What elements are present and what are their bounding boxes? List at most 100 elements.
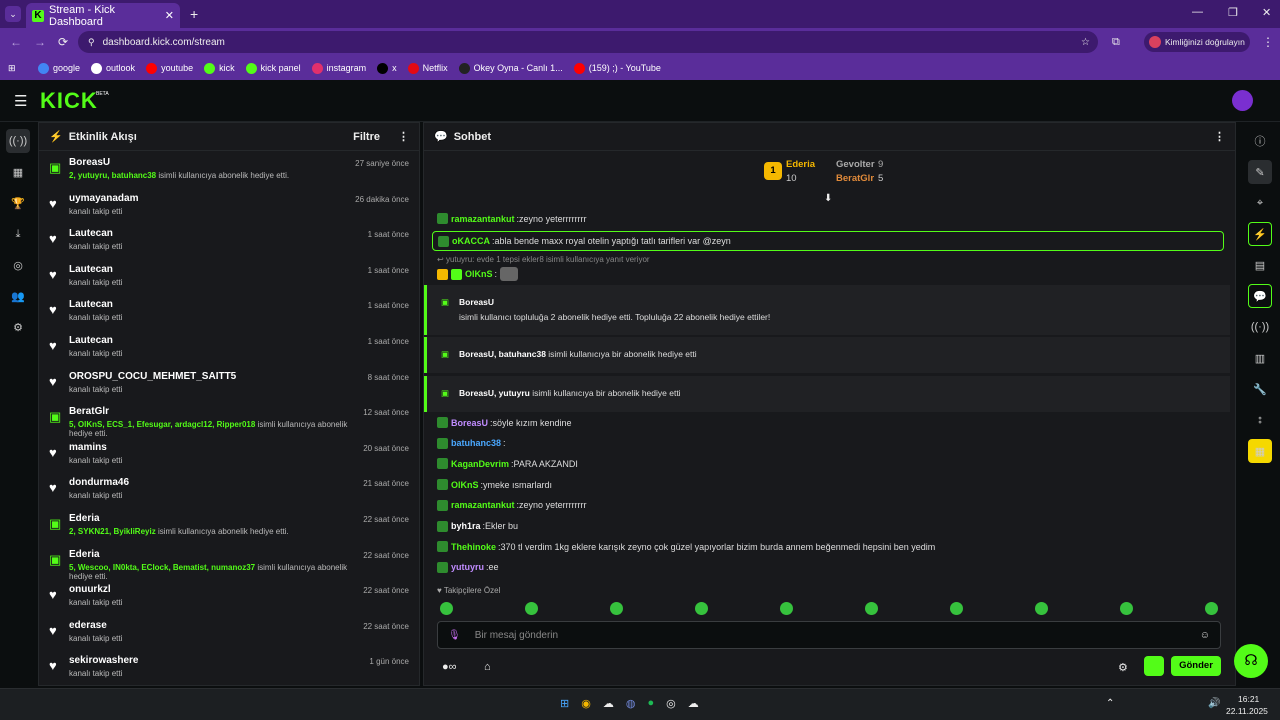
- chat-username[interactable]: batuhanc38: [451, 438, 501, 448]
- chrome-icon[interactable]: ◉: [581, 697, 591, 710]
- server-icon[interactable]: ▥: [1248, 346, 1272, 370]
- activity-item[interactable]: ♥ Lautecan kanalı takip etti 1 saat önce: [39, 224, 419, 260]
- bookmark-item[interactable]: kick panel: [245, 62, 301, 74]
- new-tab-button[interactable]: +: [190, 6, 198, 22]
- reload-icon[interactable]: ⟳: [58, 35, 68, 49]
- emote-icon[interactable]: [1205, 602, 1218, 615]
- profile-button[interactable]: Kimliğinizi doğrulayın: [1144, 32, 1250, 52]
- chat-username[interactable]: OlKnS: [465, 269, 493, 279]
- activity-username[interactable]: Ederia: [69, 549, 363, 560]
- activity-item[interactable]: ♥ ederase kanalı takip etti 22 saat önce: [39, 616, 419, 652]
- chat-username[interactable]: byh1ra: [451, 521, 481, 531]
- apps-icon[interactable]: ⊞: [8, 63, 16, 74]
- document-icon[interactable]: ▤: [1248, 253, 1272, 277]
- avatar[interactable]: [1232, 90, 1253, 111]
- extensions-icon[interactable]: ⧉: [1112, 36, 1120, 49]
- activity-username[interactable]: dondurma46: [69, 477, 363, 488]
- activity-item[interactable]: ▣ Ederia 5, Wescoo, IN0kta, EClock, Bemati…: [39, 545, 419, 581]
- bookmark-item[interactable]: x: [377, 62, 397, 74]
- activity-item[interactable]: ▣ BoreasU 2, yutuyru, batuhanc38 isimli ku…: [39, 153, 419, 189]
- download-icon[interactable]: ⤓: [6, 222, 30, 246]
- scroll-down-icon[interactable]: ⬇: [824, 193, 832, 204]
- bookmark-star-icon[interactable]: ☆: [1081, 37, 1090, 48]
- url-field[interactable]: ⚲ dashboard.kick.com/stream ☆: [78, 31, 1098, 53]
- activity-username[interactable]: mamins: [69, 442, 363, 453]
- activity-item[interactable]: ♥ mamins kanalı takip etti 20 saat önce: [39, 438, 419, 474]
- minimize-button[interactable]: —: [1192, 6, 1203, 18]
- forward-icon[interactable]: →: [34, 35, 46, 49]
- activity-username[interactable]: onuurkzl: [69, 584, 363, 595]
- clock-time[interactable]: 16:21: [1238, 694, 1259, 704]
- activity-item[interactable]: ♥ sekirowashere kanalı takip etti 1 gün önc…: [39, 651, 419, 687]
- target-icon[interactable]: ◎: [6, 253, 30, 277]
- bookmark-item[interactable]: outlook: [91, 62, 135, 74]
- emote-icon[interactable]: [950, 602, 963, 615]
- more-menu-icon[interactable]: ⋮: [1214, 130, 1225, 143]
- tab-search-button[interactable]: ⌄: [5, 6, 21, 22]
- activity-username[interactable]: Lautecan: [69, 335, 368, 346]
- game-icon[interactable]: ◎: [666, 697, 676, 710]
- chat-username[interactable]: yutuyru: [451, 562, 484, 572]
- emoji-icon[interactable]: ☺: [1200, 630, 1210, 641]
- bookmark-item[interactable]: Netflix: [407, 62, 448, 74]
- activity-item[interactable]: ▣ BeratGlr 5, OlKnS, ECS_1, Efesugar, arda…: [39, 402, 419, 438]
- activity-username[interactable]: uymayanadam: [69, 193, 355, 204]
- bookmark-item[interactable]: kick: [204, 62, 235, 74]
- back-icon[interactable]: ←: [10, 35, 22, 49]
- activity-item[interactable]: ♥ dondurma46 kanalı takip etti 21 saat önce: [39, 473, 419, 509]
- kick-logo[interactable]: KICK: [40, 88, 98, 114]
- activity-username[interactable]: Lautecan: [69, 264, 368, 275]
- support-button[interactable]: ☊: [1234, 644, 1268, 678]
- emote-icon[interactable]: [525, 602, 538, 615]
- activity-item[interactable]: ♥ Lautecan kanalı takip etti 1 saat önce: [39, 331, 419, 367]
- kick-emote-button[interactable]: [1144, 656, 1164, 676]
- activity-item[interactable]: ♥ uymayanadam kanalı takip etti 26 dakika ö…: [39, 189, 419, 225]
- emote-icon[interactable]: [1120, 602, 1133, 615]
- activity-item[interactable]: ▣ Ederia 2, SYKN21, ByikliReyiz isimli kul…: [39, 509, 419, 545]
- bookmark-item[interactable]: Okey Oyna - Canlı 1...: [458, 62, 563, 74]
- emote-icon[interactable]: [865, 602, 878, 615]
- chat-username[interactable]: BoreasU: [451, 418, 488, 428]
- hamburger-icon[interactable]: ☰: [14, 92, 27, 110]
- second-name[interactable]: Gevolter: [836, 159, 875, 170]
- emote-icon[interactable]: [440, 602, 453, 615]
- points-icon[interactable]: ●∞: [442, 661, 457, 673]
- chat-username[interactable]: Thehinoke: [451, 542, 496, 552]
- mic-icon[interactable]: 🎙: [448, 630, 461, 641]
- users-icon[interactable]: 👥: [6, 284, 30, 308]
- more-menu-icon[interactable]: ⋮: [398, 130, 409, 143]
- activity-username[interactable]: OROSPU_COCU_MEHMET_SAITT5: [69, 371, 368, 382]
- share-icon[interactable]: ⦂: [1248, 408, 1272, 432]
- send-button[interactable]: Gönder: [1171, 656, 1221, 676]
- chat-username[interactable]: oKACCA: [452, 236, 490, 246]
- emote-icon[interactable]: [695, 602, 708, 615]
- gear-icon[interactable]: ⚙: [6, 315, 30, 339]
- spotify-icon[interactable]: ●: [647, 697, 654, 710]
- chat-icon[interactable]: 💬: [1248, 284, 1272, 308]
- stream-icon[interactable]: ((·)): [6, 129, 30, 153]
- wrench-icon[interactable]: 🔧: [1248, 377, 1272, 401]
- activity-username[interactable]: Lautecan: [69, 299, 368, 310]
- volume-icon[interactable]: 🔊: [1208, 698, 1220, 709]
- steam-icon[interactable]: ☁: [603, 697, 614, 710]
- gear-icon[interactable]: ⚙: [1118, 661, 1128, 674]
- emote-icon[interactable]: [610, 602, 623, 615]
- activity-item[interactable]: ♥ onuurkzl kanalı takip etti 22 saat önce: [39, 580, 419, 616]
- activity-item[interactable]: ♥ Lautecan kanalı takip etti 1 saat önce: [39, 260, 419, 296]
- chat-input[interactable]: 🎙 Bir mesaj gönderin ☺: [437, 621, 1221, 649]
- lightning-icon[interactable]: ⚡: [1248, 222, 1272, 246]
- broadcast-icon[interactable]: ((·)): [1248, 315, 1272, 339]
- menu-icon[interactable]: ⋮: [1262, 35, 1274, 49]
- chat-username[interactable]: ramazantankut: [451, 500, 515, 510]
- bookmark-item[interactable]: instagram: [311, 62, 366, 74]
- activity-username[interactable]: ederase: [69, 620, 363, 631]
- emote-icon[interactable]: [1035, 602, 1048, 615]
- bookmark-item[interactable]: youtube: [146, 62, 193, 74]
- trophy-icon[interactable]: 🏆: [6, 191, 30, 215]
- activity-item[interactable]: ♥ OROSPU_COCU_MEHMET_SAITT5 kanalı takip e…: [39, 367, 419, 403]
- chat-username[interactable]: ramazantankut: [451, 214, 515, 224]
- activity-username[interactable]: Ederia: [69, 513, 363, 524]
- close-window-button[interactable]: ✕: [1262, 6, 1271, 19]
- activity-item[interactable]: ♥ Lautecan kanalı takip etti 1 saat önce: [39, 295, 419, 331]
- steam-icon[interactable]: ☁: [688, 697, 699, 710]
